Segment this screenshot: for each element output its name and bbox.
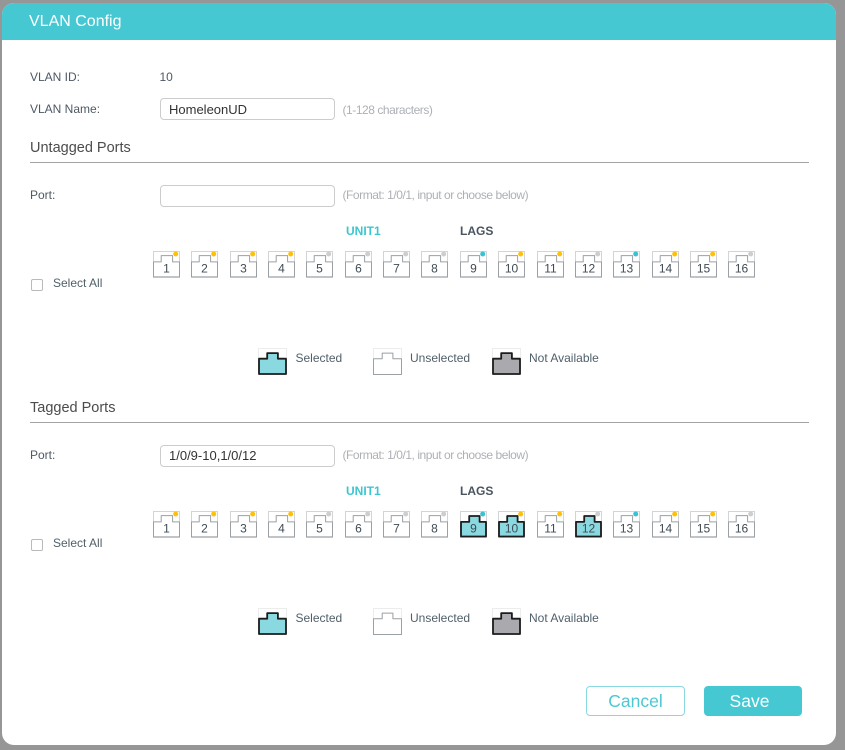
svg-text:1: 1 — [163, 522, 170, 536]
svg-text:14: 14 — [659, 522, 673, 536]
svg-text:9: 9 — [470, 522, 477, 536]
svg-text:12: 12 — [582, 522, 596, 536]
svg-text:5: 5 — [316, 262, 323, 276]
svg-text:16: 16 — [735, 262, 749, 276]
svg-text:4: 4 — [278, 262, 285, 276]
svg-text:14: 14 — [659, 262, 673, 276]
svg-text:11: 11 — [544, 522, 557, 536]
svg-text:5: 5 — [316, 522, 323, 536]
svg-text:3: 3 — [240, 262, 247, 276]
svg-text:6: 6 — [355, 522, 362, 536]
svg-text:7: 7 — [393, 522, 400, 536]
svg-text:7: 7 — [393, 262, 400, 276]
svg-text:6: 6 — [355, 262, 362, 276]
svg-text:15: 15 — [697, 262, 711, 276]
svg-text:15: 15 — [697, 522, 711, 536]
svg-text:12: 12 — [582, 262, 596, 276]
svg-text:9: 9 — [470, 262, 477, 276]
svg-text:11: 11 — [544, 262, 557, 276]
svg-text:13: 13 — [620, 522, 634, 536]
svg-text:8: 8 — [431, 522, 438, 536]
svg-text:13: 13 — [620, 262, 634, 276]
svg-text:10: 10 — [505, 262, 519, 276]
svg-text:2: 2 — [201, 522, 208, 536]
svg-text:10: 10 — [505, 522, 519, 536]
svg-text:1: 1 — [163, 262, 170, 276]
svg-text:2: 2 — [201, 262, 208, 276]
svg-text:16: 16 — [735, 522, 749, 536]
svg-text:4: 4 — [278, 522, 285, 536]
svg-text:3: 3 — [240, 522, 247, 536]
svg-text:8: 8 — [431, 262, 438, 276]
